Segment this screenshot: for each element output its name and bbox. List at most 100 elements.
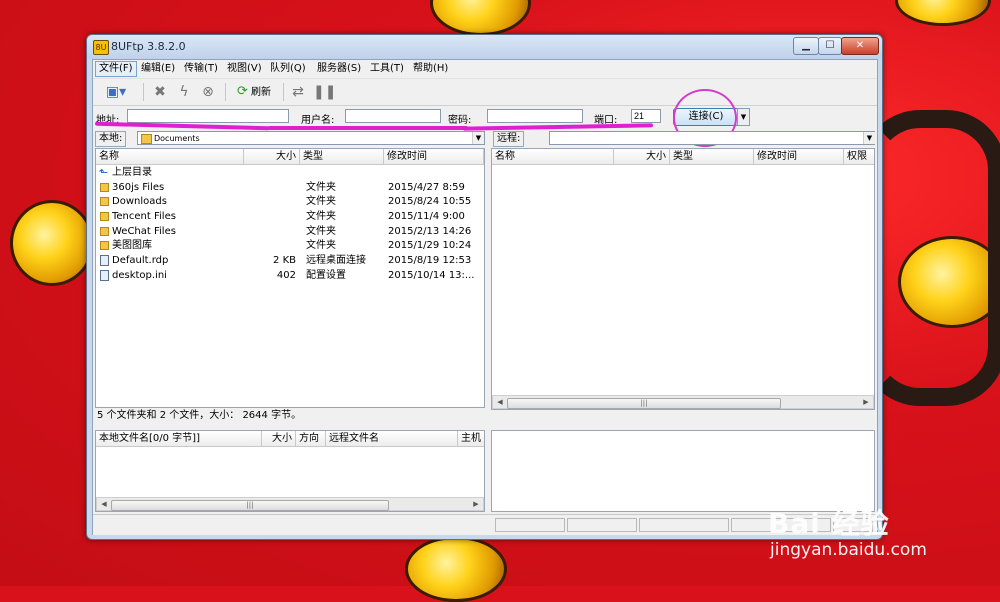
- table-row[interactable]: WeChat Files 文件夹 2015/2/13 14:26: [96, 225, 484, 239]
- chevron-down-icon[interactable]: ▼: [863, 132, 875, 144]
- table-row[interactable]: Downloads 文件夹 2015/8/24 10:55: [96, 195, 484, 209]
- log-pane[interactable]: [491, 430, 875, 512]
- menu-bar: 文件(F) 编辑(E) 传输(T) 视图(V) 队列(Q) 服务器(S) 工具(…: [93, 60, 877, 77]
- remote-file-list[interactable]: 名称 大小 类型 修改时间 权限 ◀ ||| ▶: [491, 148, 875, 410]
- remote-path-bar: 远程: ▼: [491, 129, 877, 147]
- file-size: 2 KB: [273, 255, 296, 266]
- port-input[interactable]: [631, 109, 661, 123]
- remote-path-label: 远程:: [493, 131, 525, 147]
- scroll-left-icon[interactable]: ◀: [494, 397, 506, 408]
- folder-icon: [100, 197, 109, 206]
- menu-help[interactable]: 帮助(H): [410, 62, 451, 76]
- gold-ingot-decoration: [10, 200, 94, 286]
- file-name: WeChat Files: [112, 226, 176, 237]
- title-bar[interactable]: 8U 8UFtp 3.8.2.0 ▁ ☐ ✕: [87, 35, 882, 59]
- scroll-thumb[interactable]: |||: [111, 500, 389, 511]
- column-header-modified[interactable]: 修改时间: [384, 149, 484, 164]
- remote-path-combo[interactable]: [549, 131, 875, 145]
- password-label: 密码:: [448, 115, 472, 126]
- file-modified: 2015/10/14 13:...: [388, 270, 475, 281]
- file-name: 美图图库: [112, 240, 152, 251]
- gold-ingot-decoration: [405, 536, 507, 602]
- column-header-type[interactable]: 类型: [670, 149, 754, 164]
- folder-icon: [141, 134, 152, 144]
- queue-list[interactable]: 本地文件名[0/0 字节]] 大小 方向 远程文件名 主机 ◀ ||| ▶: [95, 430, 485, 512]
- toolbar-separator: [143, 83, 144, 101]
- file-type: 文件夹: [306, 196, 336, 207]
- file-size: [246, 195, 296, 209]
- menu-server[interactable]: 服务器(S): [314, 62, 364, 76]
- file-size: [246, 210, 296, 224]
- minimize-button[interactable]: ▁: [793, 37, 819, 55]
- scroll-thumb[interactable]: |||: [507, 398, 781, 409]
- file-type: 配置设置: [306, 270, 346, 281]
- column-header-size[interactable]: 大小: [244, 149, 300, 164]
- file-name: 360js Files: [112, 182, 165, 193]
- menu-file[interactable]: 文件(F): [95, 61, 137, 77]
- username-label: 用户名:: [301, 115, 335, 126]
- column-header-modified[interactable]: 修改时间: [754, 149, 844, 164]
- column-header-direction[interactable]: 方向: [296, 431, 326, 446]
- file-modified: 2015/2/13 14:26: [388, 226, 472, 237]
- table-row[interactable]: 美图图库 文件夹 2015/1/29 10:24: [96, 239, 484, 253]
- password-input[interactable]: [487, 109, 583, 123]
- maximize-button[interactable]: ☐: [818, 37, 842, 55]
- close-button[interactable]: ✕: [841, 37, 879, 55]
- local-path-combo[interactable]: Documents: [137, 131, 485, 145]
- column-header-name[interactable]: 名称: [96, 149, 244, 164]
- file-name: Tencent Files: [112, 211, 176, 222]
- column-header-type[interactable]: 类型: [300, 149, 384, 164]
- toolbar-separator: [225, 83, 226, 101]
- remote-horizontal-scrollbar[interactable]: ◀ ||| ▶: [492, 395, 874, 409]
- site-manager-icon[interactable]: ▣▾: [101, 83, 131, 101]
- table-row[interactable]: Default.rdp 2 KB 远程桌面连接 2015/8/19 12:53: [96, 254, 484, 268]
- remote-list-header: 名称 大小 类型 修改时间 权限: [492, 149, 874, 165]
- scroll-right-icon[interactable]: ▶: [470, 499, 482, 510]
- column-header-size[interactable]: 大小: [262, 431, 296, 446]
- watermark-url: jingyan.baidu.com: [770, 540, 927, 560]
- queue-horizontal-scrollbar[interactable]: ◀ ||| ▶: [96, 497, 484, 511]
- file-name: Default.rdp: [112, 255, 169, 266]
- pause-icon[interactable]: ❚❚: [313, 83, 336, 101]
- quick-connect-icon[interactable]: ϟ: [175, 83, 193, 101]
- column-header-host[interactable]: 主机: [458, 431, 486, 446]
- address-input[interactable]: [127, 109, 289, 123]
- local-list-header: 名称 大小 类型 修改时间: [96, 149, 484, 165]
- settings-file-icon: [100, 270, 109, 281]
- refresh-button[interactable]: ⟳ 刷新: [231, 83, 277, 101]
- ftp-window: 8U 8UFtp 3.8.2.0 ▁ ☐ ✕ 文件(F) 编辑(E) 传输(T)…: [86, 34, 883, 540]
- watermark-brand: Bai 经验: [768, 507, 890, 540]
- sync-icon[interactable]: ⇄: [289, 83, 307, 101]
- folder-icon: [100, 212, 109, 221]
- stop-icon[interactable]: ⊗: [199, 83, 217, 101]
- table-row[interactable]: 360js Files 文件夹 2015/4/27 8:59: [96, 181, 484, 195]
- menu-view[interactable]: 视图(V): [224, 62, 265, 76]
- local-path-value: Documents: [154, 134, 200, 143]
- folder-icon: [100, 241, 109, 250]
- scroll-left-icon[interactable]: ◀: [98, 499, 110, 510]
- client-area: 文件(F) 编辑(E) 传输(T) 视图(V) 队列(Q) 服务器(S) 工具(…: [92, 59, 878, 535]
- username-input[interactable]: [345, 109, 441, 123]
- column-header-permissions[interactable]: 权限: [844, 149, 876, 164]
- column-header-size[interactable]: 大小: [614, 149, 670, 164]
- file-name: desktop.ini: [112, 270, 167, 281]
- disconnect-icon[interactable]: ✖: [151, 83, 169, 101]
- menu-queue[interactable]: 队列(Q): [267, 62, 309, 76]
- file-type: 文件夹: [306, 182, 336, 193]
- connect-dropdown-icon[interactable]: ▼: [737, 108, 750, 126]
- table-row[interactable]: Tencent Files 文件夹 2015/11/4 9:00: [96, 210, 484, 224]
- scroll-right-icon[interactable]: ▶: [860, 397, 872, 408]
- file-type: 文件夹: [306, 240, 336, 251]
- refresh-label: 刷新: [251, 87, 272, 98]
- table-row[interactable]: desktop.ini 402 配置设置 2015/10/14 13:...: [96, 269, 484, 283]
- menu-edit[interactable]: 编辑(E): [138, 62, 178, 76]
- menu-transfer[interactable]: 传输(T): [181, 62, 221, 76]
- chevron-down-icon[interactable]: ▼: [472, 132, 484, 144]
- menu-tools[interactable]: 工具(T): [367, 62, 407, 76]
- column-header-local-file[interactable]: 本地文件名[0/0 字节]]: [96, 431, 262, 446]
- column-header-remote-file[interactable]: 远程文件名: [326, 431, 458, 446]
- column-header-name[interactable]: 名称: [492, 149, 614, 164]
- file-modified: 2015/11/4 9:00: [388, 211, 465, 222]
- parent-directory-row[interactable]: ⬑ 上层目录: [96, 166, 484, 180]
- local-file-list[interactable]: 名称 大小 类型 修改时间 ⬑ 上层目录 360js Files 文件夹 201…: [95, 148, 485, 408]
